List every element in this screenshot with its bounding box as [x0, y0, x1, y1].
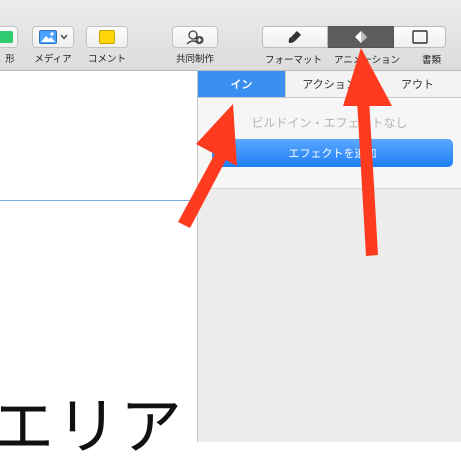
chevron-down-icon: [60, 34, 67, 40]
format-label: フォーマット: [265, 55, 323, 66]
comment-label: コメント: [87, 54, 126, 65]
build-in-panel: ビルドイン・エフェクトなし エフェクトを追加: [198, 98, 461, 189]
shape-label: 形: [5, 54, 15, 65]
media-label: メディア: [34, 54, 72, 65]
comment-tool[interactable]: コメント: [86, 26, 128, 65]
media-button[interactable]: [32, 26, 74, 48]
shape-button[interactable]: [0, 26, 18, 48]
document-label: 書類: [422, 55, 442, 66]
shape-tool[interactable]: 形: [0, 26, 18, 65]
animation-inspector: イン アクション アウト ビルドイン・エフェクトなし エフェクトを追加: [198, 71, 461, 442]
animation-tabs: イン アクション アウト: [198, 71, 461, 98]
slide-text-box[interactable]: エリア: [0, 376, 184, 466]
collaborate-label: 共同制作: [175, 54, 214, 65]
paintbrush-icon: [288, 31, 301, 43]
animate-diamond-icon: [354, 31, 367, 43]
collaborate-button[interactable]: [172, 26, 218, 48]
slide-canvas[interactable]: エリア: [0, 71, 198, 463]
document-button[interactable]: [394, 26, 446, 48]
add-effect-button[interactable]: エフェクトを追加: [212, 139, 453, 167]
toolbar: 形 メディア コメント 共同制作 フォーマット アニメーション 書類: [0, 0, 461, 71]
document-icon: [411, 30, 428, 44]
image-icon: [38, 30, 57, 44]
alignment-guide: [0, 200, 197, 201]
tab-action[interactable]: アクション: [285, 71, 373, 97]
inspector-segmented-control: [262, 26, 446, 48]
shape-icon: [0, 31, 13, 43]
no-effect-text: ビルドイン・エフェクトなし: [251, 116, 408, 130]
tab-in[interactable]: イン: [198, 71, 285, 97]
tab-out[interactable]: アウト: [373, 71, 461, 97]
comment-icon: [99, 30, 115, 44]
animate-button[interactable]: [328, 26, 394, 48]
collaborate-tool[interactable]: 共同制作: [172, 26, 218, 65]
format-button[interactable]: [262, 26, 328, 48]
media-tool[interactable]: メディア: [32, 26, 74, 65]
animate-label: アニメーション: [334, 55, 401, 66]
collaborate-icon: [186, 30, 204, 45]
comment-button[interactable]: [86, 26, 128, 48]
